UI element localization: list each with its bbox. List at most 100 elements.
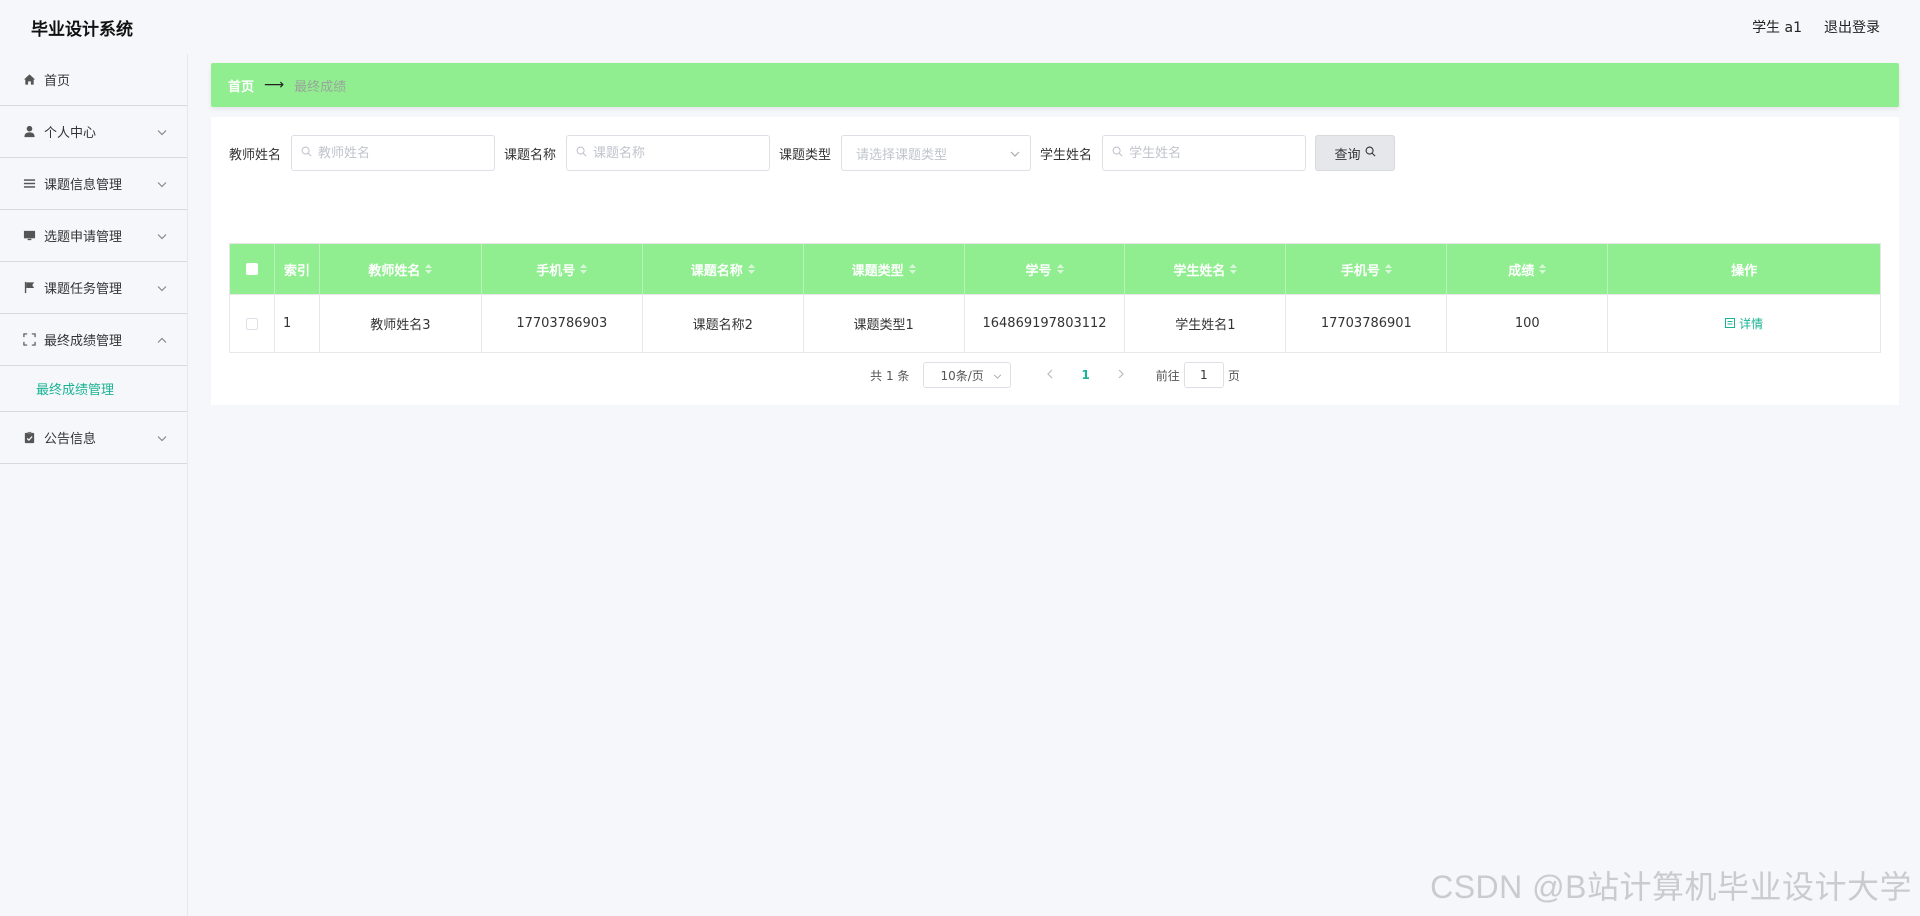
page-size-select[interactable]: 10条/页: [923, 362, 1012, 388]
sidebar-item-profile[interactable]: 个人中心: [0, 106, 187, 158]
breadcrumb: 首页 ⟶ 最终成绩: [211, 63, 1899, 107]
select-all-checkbox[interactable]: [245, 263, 258, 275]
goto-label: 前往: [1155, 368, 1180, 383]
monitor-icon: [22, 229, 36, 243]
sidebar-item-label: 选题申请管理: [44, 230, 123, 245]
cell-action: 详情: [1608, 295, 1880, 352]
home-icon: [22, 73, 36, 87]
topic-type-select[interactable]: 请选择课题类型: [841, 135, 1032, 171]
sort-icon: [580, 264, 588, 274]
sidebar-item-topic-apply[interactable]: 选题申请管理: [0, 210, 187, 262]
search-icon: [1112, 146, 1123, 161]
cell-score: 100: [1447, 295, 1609, 352]
sidebar-item-label: 公告信息: [44, 432, 97, 447]
sidebar-item-final-score[interactable]: 最终成绩管理: [0, 314, 187, 366]
page-jump-input[interactable]: [1183, 362, 1224, 388]
student-name-field: [1102, 135, 1307, 171]
submenu-final-score-management[interactable]: 最终成绩管理: [0, 366, 187, 412]
search-button[interactable]: 查询: [1315, 135, 1396, 171]
sort-icon: [425, 264, 433, 274]
sort-icon: [1230, 264, 1238, 274]
cell-type: 课题类型1: [804, 295, 965, 352]
search-icon: [1365, 146, 1376, 161]
sidebar-item-announcement[interactable]: 公告信息: [0, 412, 187, 464]
col-header[interactable]: 手机号: [1286, 244, 1448, 294]
content-panel: 教师姓名 课题名称 课题类型 请选择课题类型 学生姓名 查询 索引 教师姓名: [211, 117, 1899, 405]
col-header[interactable]: 学生姓名: [1125, 244, 1287, 294]
current-user[interactable]: 学生 a1: [1752, 17, 1802, 37]
topic-name-input[interactable]: [593, 145, 764, 161]
sort-icon: [747, 264, 755, 274]
teacher-name-input[interactable]: [318, 145, 489, 161]
student-name-input[interactable]: [1129, 145, 1300, 161]
sidebar-item-label: 首页: [44, 74, 71, 89]
pagination: 共 1 条 10条/页 1 前往 页: [211, 362, 1899, 388]
teacher-name-label: 教师姓名: [229, 147, 282, 163]
search-icon: [576, 146, 587, 161]
next-page-button[interactable]: [1118, 368, 1124, 382]
cell-teacher-phone: 17703786903: [482, 295, 643, 352]
col-header: 操作: [1731, 263, 1758, 279]
sidebar-item-label: 课题任务管理: [44, 282, 123, 297]
chevron-up-icon: [157, 332, 167, 347]
header-actions: 学生 a1 退出登录: [1752, 17, 1880, 37]
col-header: 索引: [275, 244, 320, 294]
col-header[interactable]: 教师姓名: [320, 244, 482, 294]
chevron-down-icon: [993, 368, 1002, 382]
list-icon: [22, 177, 36, 191]
sidebar-item-topic-info[interactable]: 课题信息管理: [0, 158, 187, 210]
cell-topic: 课题名称2: [643, 295, 804, 352]
detail-label: 详情: [1739, 317, 1764, 331]
student-name-label: 学生姓名: [1040, 147, 1093, 163]
sort-icon: [908, 264, 916, 274]
detail-button[interactable]: 详情: [1725, 315, 1763, 332]
pagination-total: 共 1 条: [870, 368, 910, 383]
chevron-down-icon: [157, 430, 167, 445]
page-unit-label: 页: [1227, 368, 1240, 383]
cell-student: 学生姓名1: [1125, 295, 1287, 352]
chevron-down-icon: [157, 124, 167, 139]
teacher-name-field: [291, 135, 496, 171]
sidebar-item-label: 个人中心: [44, 126, 97, 141]
search-icon: [301, 146, 312, 161]
app-title: 毕业设计系统: [31, 19, 133, 40]
logout-link[interactable]: 退出登录: [1824, 17, 1880, 37]
clipboard-icon: [22, 431, 36, 445]
prev-page-button[interactable]: [1047, 368, 1053, 382]
breadcrumb-home[interactable]: 首页: [228, 76, 254, 95]
header: 毕业设计系统 学生 a1 退出登录: [0, 0, 1920, 54]
flag-icon: [22, 281, 36, 295]
chevron-down-icon: [1010, 146, 1020, 161]
cell-teacher: 教师姓名3: [320, 295, 482, 352]
cell-student-id: 164869197803112: [965, 295, 1126, 352]
col-header[interactable]: 学号: [965, 244, 1126, 294]
row-select: [230, 295, 275, 352]
document-icon: [1725, 317, 1736, 331]
col-header[interactable]: 手机号: [482, 244, 643, 294]
cell-student-phone: 17703786901: [1286, 295, 1448, 352]
topic-name-field: [566, 135, 771, 171]
sidebar-item-label: 最终成绩管理: [44, 334, 123, 349]
sidebar-item-topic-task[interactable]: 课题任务管理: [0, 262, 187, 314]
col-header[interactable]: 课题名称: [643, 244, 804, 294]
table-row: 1 教师姓名3 17703786903 课题名称2 课题类型1 16486919…: [230, 294, 1880, 352]
sort-icon: [1056, 264, 1064, 274]
watermark: CSDN @B站计算机毕业设计大学: [1430, 869, 1912, 905]
page-number-current[interactable]: 1: [1081, 368, 1089, 382]
col-header[interactable]: 成绩: [1447, 244, 1609, 294]
filter-bar: 教师姓名 课题名称 课题类型 请选择课题类型 学生姓名 查询: [229, 135, 1396, 171]
topic-type-label: 课题类型: [779, 147, 832, 163]
topic-name-label: 课题名称: [504, 147, 557, 163]
sort-icon: [1539, 264, 1547, 274]
breadcrumb-current: 最终成绩: [294, 79, 347, 95]
row-checkbox[interactable]: [245, 317, 258, 330]
cell-index: 1: [275, 295, 320, 352]
chevron-down-icon: [157, 176, 167, 191]
sidebar-item-label: 课题信息管理: [44, 178, 123, 193]
sidebar-item-home[interactable]: 首页: [0, 54, 187, 106]
chevron-down-icon: [157, 228, 167, 243]
fullscreen-icon: [22, 333, 36, 347]
sidebar: 首页 个人中心 课题信息管理 选题申请管理 课题任务管理 最终成绩管理 最终成绩…: [0, 54, 188, 916]
header-select-all: [230, 244, 275, 294]
col-header[interactable]: 课题类型: [804, 244, 965, 294]
